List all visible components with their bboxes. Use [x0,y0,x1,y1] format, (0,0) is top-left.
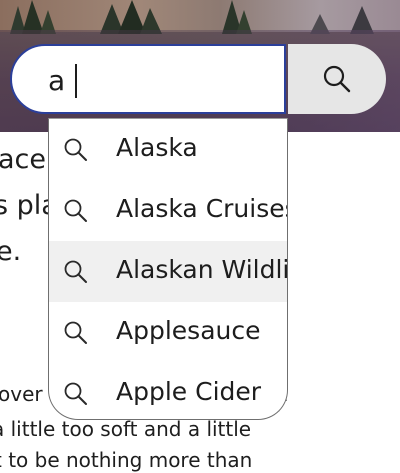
suggestion-label: Alaska Cruises [116,194,288,223]
article-text: ace [0,144,47,175]
article-text: e. [0,236,22,267]
search-icon [64,382,87,405]
tree-silhouettes [10,0,374,34]
article-text: a little too soft and a little [0,417,252,441]
search-button[interactable] [288,44,386,114]
search-icon [64,138,87,161]
search-input[interactable] [48,59,268,101]
suggestion-label: Alaska [116,133,198,162]
text-caret [75,64,77,98]
article-text: over [0,382,43,406]
search-suggestions: Alaska Alaska Cruises Alaskan Wildlife A… [48,118,288,420]
suggestion-label: Applesauce [116,316,261,345]
search-bar [10,44,386,118]
suggestion-item[interactable]: Alaskan Wildlife [49,241,288,302]
search-icon [323,65,351,93]
search-icon [64,260,87,283]
article-text: t to be nothing more than [0,448,253,472]
suggestion-item[interactable]: Apple Cider [49,363,287,419]
suggestion-label: Alaskan Wildlife [116,255,288,284]
search-icon [64,321,87,344]
search-field[interactable] [10,44,286,114]
suggestion-label: Apple Cider [116,377,262,406]
suggestion-item[interactable]: Alaska [49,119,287,180]
suggestion-item[interactable]: Alaska Cruises [49,180,288,241]
search-icon [64,199,87,222]
suggestion-item[interactable]: Applesauce [49,302,287,363]
